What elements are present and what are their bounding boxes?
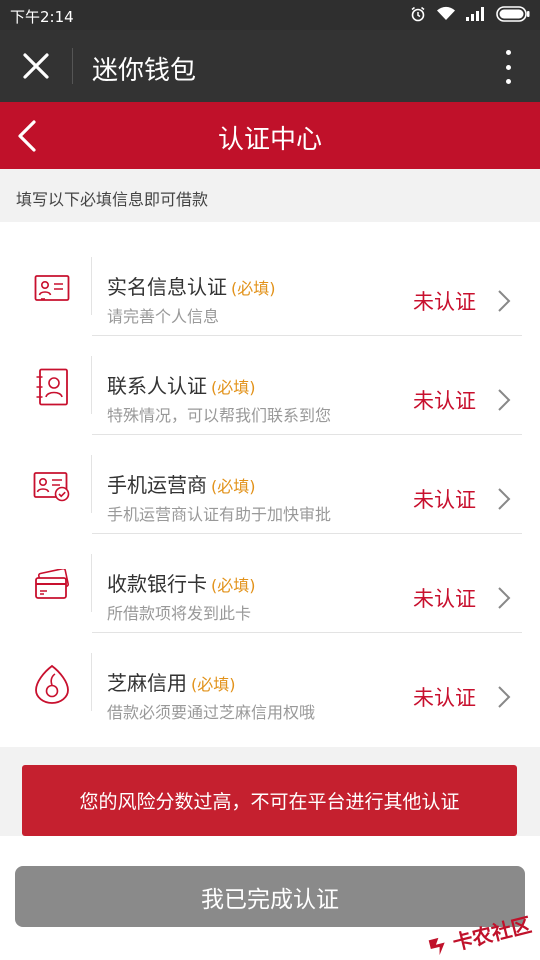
item-description: 借款必须要通过芝麻信用权哦 [107,703,316,722]
hint-text: 填写以下必填信息即可借款 [16,190,209,209]
item-title: 收款银行卡 (必填) [107,572,256,596]
item-description: 手机运营商认证有助于加快审批 [107,505,332,524]
bank-card-icon [32,565,72,605]
status-icons [410,6,530,22]
list-item-bank-card[interactable]: 收款银行卡 (必填) 所借款项将发到此卡 未认证 [0,534,540,633]
sesame-credit-icon [32,664,72,704]
watermark-logo-icon [428,937,445,955]
required-tag: (必填) [231,279,276,298]
status-bar: 下午2:14 [0,0,540,30]
battery-icon [496,6,530,22]
signal-icon [466,7,486,21]
contact-icon [32,367,72,407]
required-tag: (必填) [211,576,256,595]
status-time: 下午2:14 [10,8,74,26]
page-header: 认证中心 [0,102,540,169]
carrier-icon [32,466,72,506]
alarm-icon [410,6,426,22]
risk-notice-banner: 您的风险分数过高，不可在平台进行其他认证 [22,765,517,836]
item-description: 请完善个人信息 [107,307,220,326]
item-title: 联系人认证 (必填) [107,374,256,398]
item-status: 未认证 [413,587,476,611]
required-tag: (必填) [191,675,236,694]
item-status: 未认证 [413,488,476,512]
item-description: 特殊情况，可以帮我们联系到您 [107,406,332,425]
chevron-right-icon [494,685,514,709]
list-item-carrier[interactable]: 手机运营商 (必填) 手机运营商认证有助于加快审批 未认证 [0,435,540,534]
wifi-icon [436,6,456,22]
list-item-sesame-credit[interactable]: 芝麻信用 (必填) 借款必须要通过芝麻信用权哦 未认证 [0,633,540,732]
page-title: 认证中心 [217,125,322,155]
close-button[interactable] [18,48,54,84]
app-bar-divider [72,48,73,84]
item-title: 实名信息认证 (必填) [107,275,276,299]
hint-bar: 填写以下必填信息即可借款 [0,169,540,222]
close-icon [23,53,49,79]
list-item-real-name[interactable]: 实名信息认证 (必填) 请完善个人信息 未认证 [0,237,540,336]
verification-list: 实名信息认证 (必填) 请完善个人信息 未认证 联系人认证 (必填) 特殊情况，可以… [0,222,540,747]
more-vertical-icon [505,50,511,55]
more-options-button[interactable] [498,50,518,84]
item-title: 芝麻信用 (必填) [107,671,236,695]
id-card-icon [32,268,72,308]
chevron-right-icon [494,586,514,610]
required-tag: (必填) [211,477,256,496]
chevron-right-icon [494,388,514,412]
list-item-contacts[interactable]: 联系人认证 (必填) 特殊情况，可以帮我们联系到您 未认证 [0,336,540,435]
app-title: 迷你钱包 [92,56,197,86]
chevron-right-icon [494,289,514,313]
chevron-right-icon [494,487,514,511]
item-status: 未认证 [413,389,476,413]
item-status: 未认证 [413,290,476,314]
required-tag: (必填) [211,378,256,397]
done-verification-button[interactable]: 我已完成认证 [15,866,525,927]
item-title: 手机运营商 (必填) [107,473,256,497]
item-status: 未认证 [413,686,476,710]
app-bar: 迷你钱包 [0,30,540,102]
item-description: 所借款项将发到此卡 [107,604,252,623]
